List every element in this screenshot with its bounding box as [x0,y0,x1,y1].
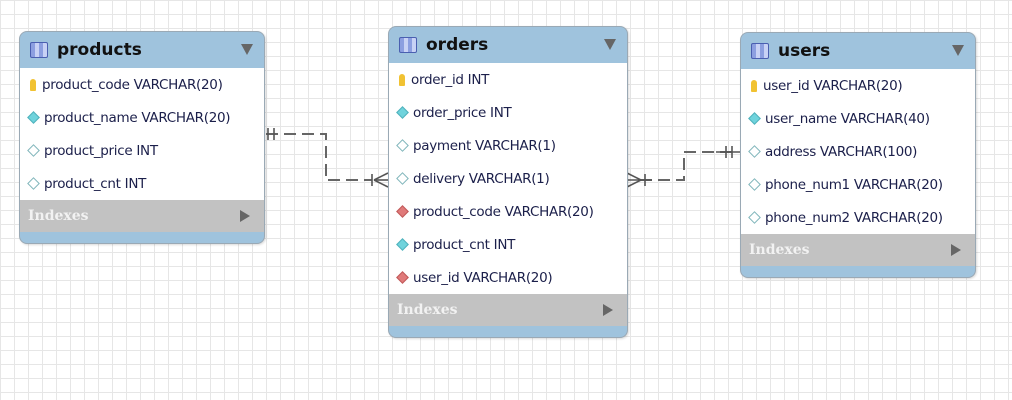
column-label: product_name VARCHAR(20) [44,109,231,126]
collapse-chevron-icon[interactable] [241,44,253,55]
column-row[interactable]: order_price INT [389,96,627,129]
not-null-column-icon [396,106,409,119]
relationship-products-orders [266,133,372,181]
table-orders[interactable]: orders order_id INT order_price INT paym… [388,26,628,338]
foreign-key-icon [396,205,409,218]
table-name: orders [426,35,489,55]
column-label: product_code VARCHAR(20) [413,203,594,220]
column-label: product_cnt INT [44,175,147,192]
expand-arrow-icon[interactable] [603,304,613,316]
table-header[interactable]: products [20,32,264,68]
column-label: product_price INT [44,142,158,159]
table-icon [751,43,769,59]
table-footer [389,326,627,337]
table-footer [741,266,975,277]
column-row[interactable]: phone_num1 VARCHAR(20) [741,168,975,201]
column-list: product_code VARCHAR(20) product_name VA… [20,68,264,200]
nullable-column-icon [396,139,409,152]
column-row[interactable]: payment VARCHAR(1) [389,129,627,162]
column-row[interactable]: delivery VARCHAR(1) [389,162,627,195]
indexes-section[interactable]: Indexes [389,294,627,326]
collapse-chevron-icon[interactable] [952,45,964,56]
column-row[interactable]: phone_num2 VARCHAR(20) [741,201,975,234]
column-row[interactable]: product_cnt INT [389,228,627,261]
column-label: order_price INT [413,104,512,121]
indexes-label: Indexes [749,242,810,258]
nullable-column-icon [748,211,761,224]
column-row[interactable]: user_id VARCHAR(20) [741,69,975,102]
column-row[interactable]: order_id INT [389,63,627,96]
table-footer [20,232,264,243]
column-row[interactable]: address VARCHAR(100) [741,135,975,168]
column-row[interactable]: product_name VARCHAR(20) [20,101,264,134]
not-null-column-icon [396,238,409,251]
indexes-label: Indexes [397,302,458,318]
column-row[interactable]: product_code VARCHAR(20) [389,195,627,228]
table-header[interactable]: orders [389,27,627,63]
expand-arrow-icon[interactable] [951,244,961,256]
table-name: users [778,41,831,61]
relationship-users-orders [640,151,738,181]
table-icon [399,37,417,53]
column-label: delivery VARCHAR(1) [413,170,550,187]
column-label: user_id VARCHAR(20) [763,77,903,94]
column-list: user_id VARCHAR(20) user_name VARCHAR(40… [741,69,975,234]
column-row[interactable]: product_cnt INT [20,167,264,200]
indexes-section[interactable]: Indexes [741,234,975,266]
column-label: phone_num1 VARCHAR(20) [765,176,943,193]
nullable-column-icon [748,145,761,158]
column-label: order_id INT [411,71,490,88]
table-header[interactable]: users [741,33,975,69]
column-label: user_id VARCHAR(20) [413,269,553,286]
table-icon [30,42,48,58]
not-null-column-icon [748,112,761,125]
crows-foot-marker-orders-left [371,172,389,188]
crows-foot-marker-orders-right [626,172,652,188]
table-name: products [57,40,142,60]
column-list: order_id INT order_price INT payment VAR… [389,63,627,294]
column-label: address VARCHAR(100) [765,143,918,160]
nullable-column-icon [748,178,761,191]
column-row[interactable]: product_price INT [20,134,264,167]
primary-key-icon [399,73,405,86]
expand-arrow-icon[interactable] [240,210,250,222]
column-label: product_cnt INT [413,236,516,253]
nullable-column-icon [396,172,409,185]
primary-key-icon [751,79,757,92]
nullable-column-icon [27,177,40,190]
table-products[interactable]: products product_code VARCHAR(20) produc… [19,31,265,244]
column-label: phone_num2 VARCHAR(20) [765,209,943,226]
column-label: payment VARCHAR(1) [413,137,556,154]
column-row[interactable]: user_id VARCHAR(20) [389,261,627,294]
indexes-section[interactable]: Indexes [20,200,264,232]
column-label: user_name VARCHAR(40) [765,110,930,127]
column-row[interactable]: product_code VARCHAR(20) [20,68,264,101]
primary-key-icon [30,78,36,91]
indexes-label: Indexes [28,208,89,224]
not-null-column-icon [27,111,40,124]
nullable-column-icon [27,144,40,157]
collapse-chevron-icon[interactable] [604,39,616,50]
column-row[interactable]: user_name VARCHAR(40) [741,102,975,135]
foreign-key-icon [396,271,409,284]
one-mandatory-marker-users [716,146,740,158]
table-users[interactable]: users user_id VARCHAR(20) user_name VARC… [740,32,976,278]
column-label: product_code VARCHAR(20) [42,76,223,93]
